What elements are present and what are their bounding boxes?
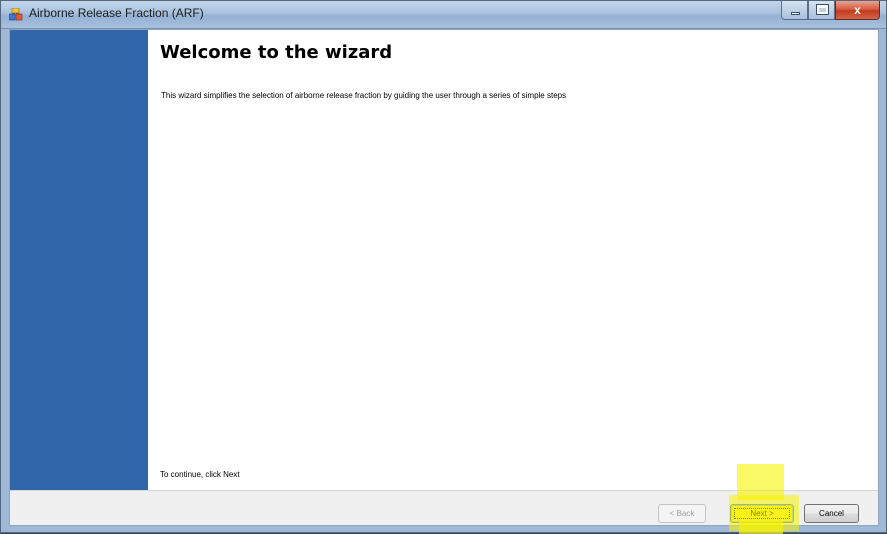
title-bar[interactable]: Airborne Release Fraction (ARF) x [1, 1, 886, 29]
app-icon [9, 8, 23, 21]
window-controls: x [781, 1, 880, 21]
window-title: Airborne Release Fraction (ARF) [29, 6, 204, 20]
wizard-client-area: Welcome to the wizard This wizard simpli… [9, 29, 879, 526]
wizard-description: This wizard simplifies the selection of … [161, 91, 567, 100]
wizard-window: Airborne Release Fraction (ARF) x Welcom… [0, 0, 887, 534]
maximize-button[interactable] [808, 1, 835, 20]
wizard-footer: < Back Next > Cancel [10, 490, 878, 525]
close-button[interactable]: x [835, 1, 880, 20]
minimize-icon [791, 12, 800, 15]
continue-hint: To continue, click Next [160, 470, 240, 479]
focus-rectangle [734, 508, 790, 519]
minimize-button[interactable] [781, 1, 808, 20]
page-title: Welcome to the wizard [160, 42, 393, 63]
wizard-content: Welcome to the wizard This wizard simpli… [148, 30, 878, 490]
cancel-button[interactable]: Cancel [804, 504, 859, 523]
close-icon: x [854, 3, 861, 17]
maximize-icon [816, 4, 829, 15]
next-button[interactable]: Next > [730, 504, 794, 523]
wizard-sidebar [10, 30, 148, 490]
back-button[interactable]: < Back [658, 504, 706, 523]
